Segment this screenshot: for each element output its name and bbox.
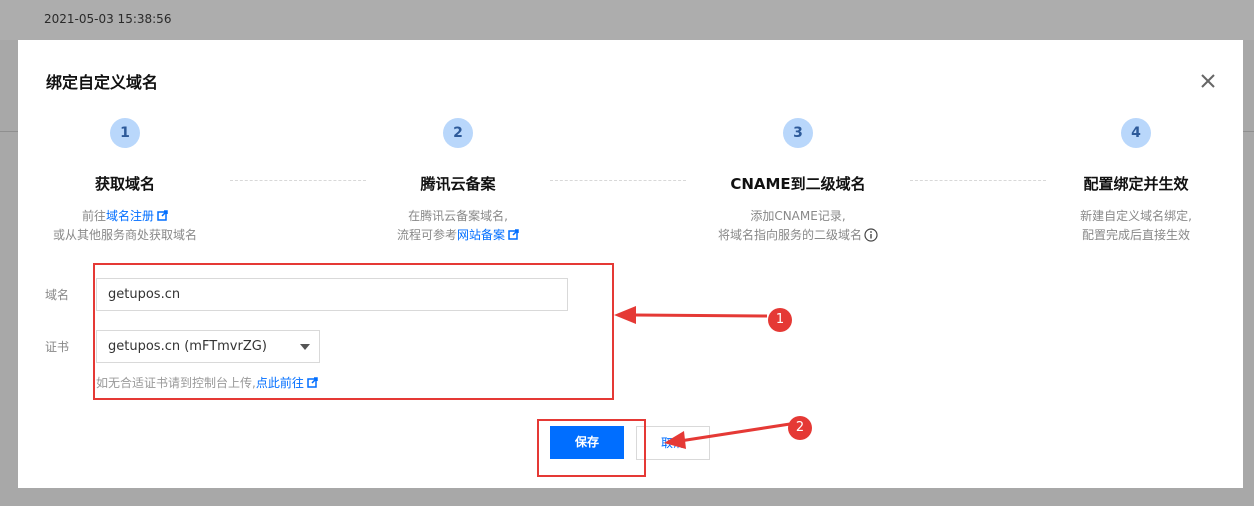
step-desc-text: 配置完成后直接生效: [1081, 228, 1190, 242]
step-desc-text: 前往: [81, 209, 106, 223]
step-desc-text: 将域名指向服务的二级域名: [717, 228, 862, 242]
step-title: 腾讯云备案: [420, 175, 496, 193]
close-icon[interactable]: [1198, 71, 1218, 91]
background-header: 2021-05-03 15:38:56: [0, 0, 1254, 40]
step-connector: [230, 180, 366, 181]
step-2: 2 腾讯云备案 在腾讯云备案域名, 流程可参考网站备案: [338, 118, 578, 245]
dialog-title: 绑定自定义域名: [46, 73, 159, 92]
step-number: 2: [443, 118, 473, 148]
step-desc-text: 或从其他服务商处获取域名: [52, 228, 197, 242]
step-description: 添加CNAME记录, 将域名指向服务的二级域名: [678, 207, 918, 245]
step-desc-text: 新建自定义域名绑定,: [1080, 209, 1192, 223]
step-number: 3: [783, 118, 813, 148]
external-link-icon[interactable]: [157, 210, 168, 221]
step-title: CNAME到二级域名: [730, 175, 866, 193]
step-description: 在腾讯云备案域名, 流程可参考网站备案: [338, 207, 578, 245]
certificate-label: 证书: [45, 340, 70, 354]
annotation-box-form: [93, 263, 614, 400]
website-filing-link[interactable]: 网站备案: [457, 228, 505, 242]
step-connector: [910, 180, 1046, 181]
annotation-marker-2: 2: [788, 416, 812, 440]
step-desc-text: 流程可参考: [396, 228, 457, 242]
domain-register-link[interactable]: 域名注册: [106, 209, 154, 223]
step-number: 1: [110, 118, 140, 148]
step-number: 4: [1121, 118, 1151, 148]
step-desc-text: 添加CNAME记录,: [750, 209, 846, 223]
annotation-marker-1: 1: [768, 308, 792, 332]
step-connector: [550, 180, 686, 181]
info-icon[interactable]: [864, 228, 878, 242]
step-description: 前往域名注册 或从其他服务商处获取域名: [5, 207, 245, 245]
domain-label: 域名: [45, 288, 70, 302]
external-link-icon[interactable]: [508, 229, 519, 240]
step-4: 4 配置绑定并生效 新建自定义域名绑定, 配置完成后直接生效: [1016, 118, 1254, 245]
annotation-box-save: [537, 419, 646, 477]
step-3: 3 CNAME到二级域名 添加CNAME记录, 将域名指向服务的二级域名: [678, 118, 918, 245]
background-timestamp: 2021-05-03 15:38:56: [44, 12, 172, 26]
step-desc-text: 在腾讯云备案域名,: [408, 209, 508, 223]
step-title: 配置绑定并生效: [1083, 175, 1189, 193]
cancel-button[interactable]: 取消: [636, 426, 710, 460]
step-description: 新建自定义域名绑定, 配置完成后直接生效: [1016, 207, 1254, 245]
step-1: 1 获取域名 前往域名注册 或从其他服务商处获取域名: [5, 118, 245, 245]
step-title: 获取域名: [94, 175, 155, 193]
